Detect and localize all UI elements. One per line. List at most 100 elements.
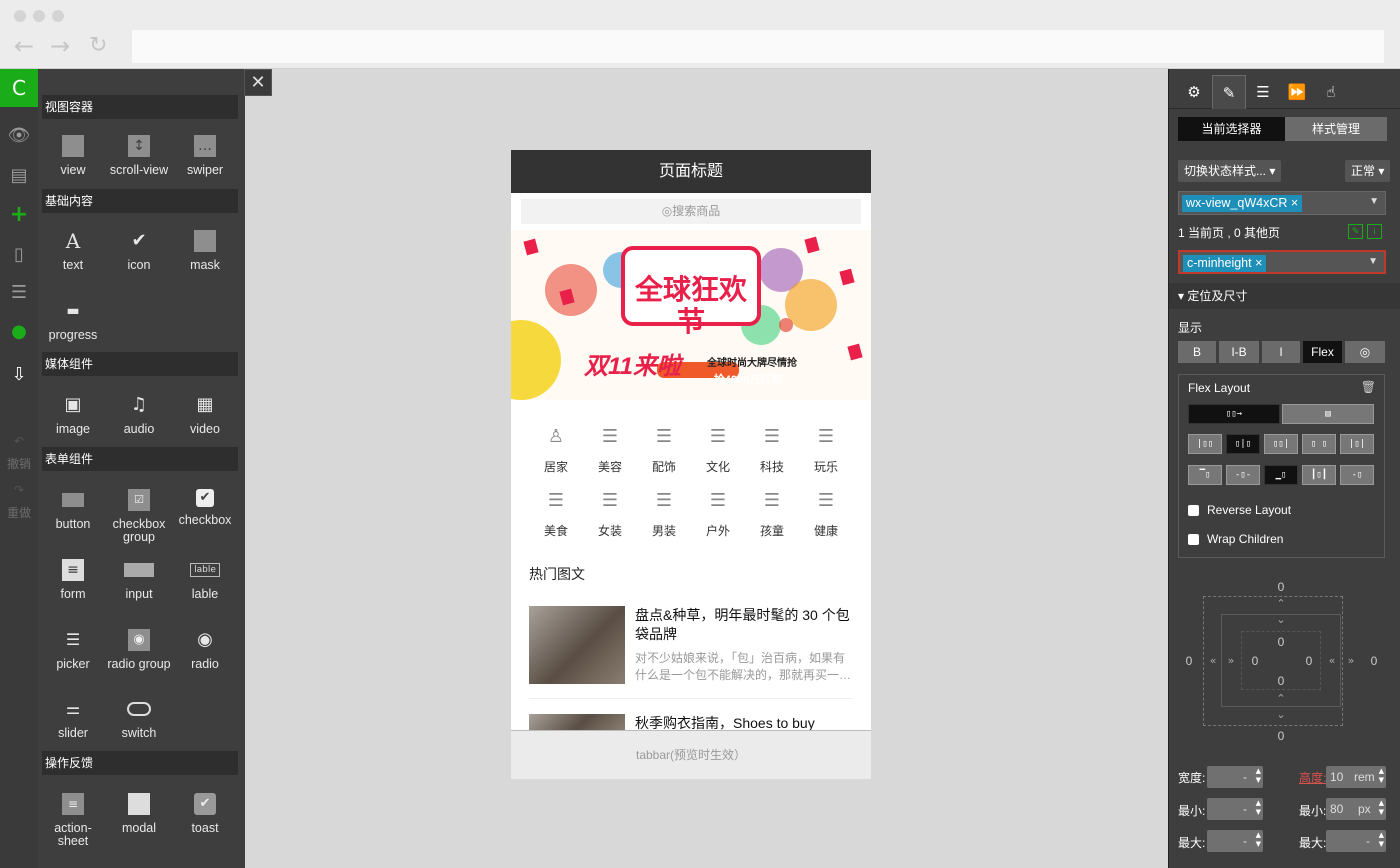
eye-icon[interactable]: 👁: [0, 125, 38, 146]
category-item[interactable]: ☰ 美食: [529, 490, 583, 539]
component-toast[interactable]: ✔ toast: [172, 793, 238, 835]
component-scroll-view[interactable]: ↕ scroll-view: [106, 135, 172, 177]
align-center-button[interactable]: -▯-: [1226, 465, 1260, 485]
page-icon[interactable]: ▤: [0, 165, 38, 186]
class-input[interactable]: c-minheight × ▼: [1178, 250, 1386, 274]
display-hidden-button[interactable]: ◎: [1345, 341, 1385, 363]
margin-left-value[interactable]: 0: [1181, 654, 1197, 668]
max-height-input[interactable]: - ▲ ▼: [1326, 830, 1386, 852]
reload-icon[interactable]: ↻: [89, 34, 107, 58]
justify-between-button[interactable]: ▯ ▯: [1302, 434, 1336, 454]
state-style-dropdown[interactable]: 切换状态样式... ▾: [1178, 160, 1282, 182]
stepper-icon[interactable]: ▲ ▼: [1379, 767, 1384, 785]
component-action-sheet[interactable]: ≡ action-sheet: [40, 793, 106, 848]
stepper-icon[interactable]: ▲ ▼: [1379, 831, 1384, 849]
component-radio-group[interactable]: ◉ radio group: [106, 629, 172, 671]
trash-icon[interactable]: 🗑: [1361, 380, 1376, 394]
category-item[interactable]: ☰ 科技: [745, 426, 799, 475]
info-icon[interactable]: i: [1367, 224, 1382, 239]
list-icon[interactable]: ☰: [1246, 75, 1280, 109]
article-item[interactable]: 盘点&种草，明年最时髦的 30 个包袋品牌 对不少姑娘来说，「包」治百病，如果有…: [529, 606, 853, 706]
category-item[interactable]: ☰ 健康: [799, 490, 853, 539]
align-baseline-button[interactable]: -▯: [1340, 465, 1374, 485]
component-image[interactable]: ▣ image: [40, 394, 106, 436]
display-flex-button[interactable]: Flex: [1303, 341, 1342, 363]
stepper-icon[interactable]: ▲ ▼: [1256, 831, 1261, 849]
flex-direction-column-button[interactable]: ▤: [1282, 404, 1374, 424]
category-item[interactable]: ♙ 居家: [529, 426, 583, 475]
brush-icon[interactable]: ✎: [1212, 75, 1246, 109]
padding-bottom-value[interactable]: 0: [1273, 674, 1289, 688]
padding-right-value[interactable]: 0: [1301, 654, 1317, 668]
category-item[interactable]: ☰ 女装: [583, 490, 637, 539]
component-form[interactable]: ≡ form: [40, 559, 106, 601]
window-zoom-dot[interactable]: [52, 10, 64, 22]
stepper-icon[interactable]: ▲ ▼: [1256, 799, 1261, 817]
selector-tag[interactable]: wx-view_qW4xCR ×: [1182, 195, 1303, 212]
chevron-down-icon[interactable]: ▼: [1369, 196, 1379, 207]
component-audio[interactable]: ♫ audio: [106, 394, 172, 436]
normal-state-dropdown[interactable]: 正常 ▾: [1345, 160, 1391, 182]
display-inline-block-button[interactable]: I-B: [1219, 341, 1259, 363]
undo-label[interactable]: 撤销: [0, 455, 38, 472]
justify-center-button[interactable]: ▯|▯: [1226, 434, 1260, 454]
width-input[interactable]: - ▲ ▼: [1207, 766, 1263, 788]
chevron-left-icon[interactable]: «: [1326, 654, 1338, 667]
category-item[interactable]: ☰ 配饰: [637, 426, 691, 475]
padding-left-value[interactable]: 0: [1247, 654, 1263, 668]
chevron-down-icon[interactable]: ▼: [1368, 256, 1378, 267]
redo-icon[interactable]: ↷: [0, 483, 38, 497]
min-width-input[interactable]: - ▲ ▼: [1207, 798, 1263, 820]
component-swiper[interactable]: … swiper: [172, 135, 238, 177]
component-picker[interactable]: ☰ picker: [40, 629, 106, 671]
hand-pointer-icon[interactable]: ☝: [1314, 75, 1348, 109]
window-minimize-dot[interactable]: [33, 10, 45, 22]
component-radio[interactable]: ◉ radio: [172, 629, 238, 671]
forward-icon[interactable]: →: [50, 34, 70, 58]
tab-style-manager[interactable]: 样式管理: [1285, 117, 1387, 141]
menu-icon[interactable]: ☰: [0, 282, 38, 303]
category-item[interactable]: ☰ 美容: [583, 426, 637, 475]
section-position-size[interactable]: ▾ 定位及尺寸: [1169, 283, 1400, 309]
component-text[interactable]: A text: [40, 230, 106, 272]
download-icon[interactable]: ⇩: [0, 364, 38, 385]
back-icon[interactable]: ←: [14, 34, 34, 58]
promo-banner[interactable]: 全球狂欢节 双11来啦 全球时尚大牌尽情抢 抢4000万红包: [511, 230, 871, 400]
search-bar[interactable]: ◎搜索商品: [521, 199, 861, 224]
edit-icon[interactable]: ✎: [1348, 224, 1363, 239]
component-switch[interactable]: switch: [106, 698, 172, 740]
redo-label[interactable]: 重做: [0, 504, 38, 521]
height-input[interactable]: 10 rem ▲ ▼: [1326, 766, 1386, 788]
chevron-up-icon[interactable]: ⌃: [1275, 597, 1287, 610]
component-checkbox[interactable]: ✔ checkbox: [172, 489, 238, 527]
tab-current-selector[interactable]: 当前选择器: [1178, 117, 1285, 141]
justify-start-button[interactable]: |▯▯: [1188, 434, 1222, 454]
chevron-down-icon[interactable]: ⌄: [1275, 708, 1287, 721]
app-logo[interactable]: C: [0, 69, 38, 107]
component-video[interactable]: ▦ video: [172, 394, 238, 436]
margin-right-value[interactable]: 0: [1366, 654, 1382, 668]
fast-forward-icon[interactable]: ⏩: [1280, 75, 1314, 109]
align-stretch-button[interactable]: ┃▯┃: [1302, 465, 1336, 485]
page-title[interactable]: 页面标题: [511, 150, 871, 193]
chevron-right-icon[interactable]: »: [1345, 654, 1357, 667]
category-item[interactable]: ☰ 户外: [691, 490, 745, 539]
component-mask[interactable]: mask: [172, 230, 238, 272]
component-input[interactable]: input: [106, 559, 172, 601]
reverse-layout-checkbox[interactable]: [1188, 505, 1199, 516]
stepper-icon[interactable]: ▲ ▼: [1379, 799, 1384, 817]
close-panel-button[interactable]: ✕: [244, 69, 272, 96]
component-button[interactable]: button: [40, 489, 106, 531]
component-slider[interactable]: ⚌ slider: [40, 698, 106, 740]
wechat-icon[interactable]: ●: [0, 321, 38, 342]
component-progress[interactable]: ▬ progress: [40, 300, 106, 342]
selector-input[interactable]: wx-view_qW4xCR × ▼: [1178, 191, 1386, 215]
display-inline-button[interactable]: I: [1262, 341, 1300, 363]
category-item[interactable]: ☰ 孩童: [745, 490, 799, 539]
stepper-icon[interactable]: ▲ ▼: [1256, 767, 1261, 785]
flex-direction-row-button[interactable]: ▯▯→: [1188, 404, 1280, 424]
padding-top-value[interactable]: 0: [1273, 635, 1289, 649]
class-tag[interactable]: c-minheight ×: [1183, 255, 1267, 272]
chevron-up-icon[interactable]: ⌃: [1275, 692, 1287, 705]
justify-around-button[interactable]: |▯|: [1340, 434, 1374, 454]
